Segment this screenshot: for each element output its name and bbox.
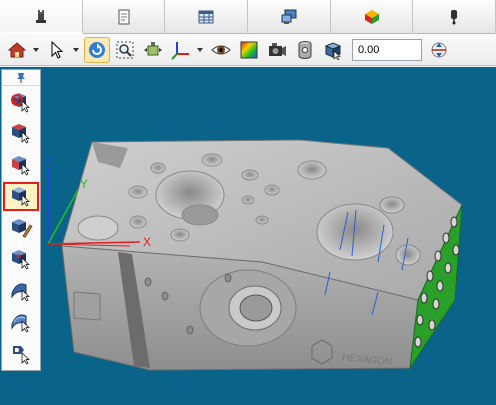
pan-part-icon bbox=[144, 41, 162, 55]
rotate-button[interactable] bbox=[84, 36, 110, 63]
axes-button[interactable] bbox=[168, 37, 194, 63]
axes-dropdown[interactable] bbox=[196, 37, 204, 63]
solid-select-icon bbox=[12, 124, 30, 144]
chess-piece-icon bbox=[35, 10, 46, 23]
camera-icon bbox=[269, 42, 286, 56]
palette-solid-select[interactable] bbox=[2, 118, 40, 150]
model-canvas[interactable]: HEXAGON Z Y X bbox=[0, 67, 496, 405]
datum-select-icon bbox=[13, 345, 30, 365]
tab-model[interactable] bbox=[0, 0, 83, 34]
report-page-icon bbox=[118, 9, 129, 25]
screen-flag-icon bbox=[281, 9, 297, 24]
surface-select-icon bbox=[12, 155, 30, 176]
pointer-dropdown[interactable] bbox=[72, 37, 80, 63]
palette-datum-select[interactable] bbox=[2, 338, 40, 370]
tab-strip bbox=[0, 0, 496, 34]
visibility-button[interactable] bbox=[208, 37, 234, 63]
tab-report[interactable] bbox=[83, 0, 166, 34]
palette-point-select[interactable] bbox=[2, 244, 40, 276]
table-grid-icon bbox=[198, 10, 214, 24]
axes-icon bbox=[171, 41, 189, 60]
view-cube-icon bbox=[324, 41, 342, 60]
color-map-button[interactable] bbox=[236, 37, 262, 63]
left-step bbox=[73, 291, 101, 321]
axis-z-label: Z bbox=[44, 155, 51, 169]
selection-palette bbox=[1, 69, 41, 371]
tab-display[interactable] bbox=[248, 0, 331, 34]
palette-surface-select[interactable] bbox=[2, 149, 40, 181]
pin-icon bbox=[17, 72, 25, 83]
value-stepper[interactable] bbox=[428, 39, 450, 61]
tab-color[interactable] bbox=[331, 0, 414, 34]
wireframe-select-icon bbox=[11, 314, 30, 333]
select-pointer-button[interactable] bbox=[44, 37, 70, 63]
tab-probe[interactable] bbox=[413, 0, 496, 34]
palette-wireframe-select[interactable] bbox=[2, 307, 40, 339]
view-cube-button[interactable] bbox=[320, 37, 346, 63]
color-cube-icon bbox=[364, 10, 379, 24]
value-input[interactable] bbox=[352, 38, 422, 61]
eye-icon bbox=[211, 45, 231, 54]
home-button[interactable] bbox=[4, 37, 30, 63]
point-select-icon bbox=[12, 250, 30, 270]
no-select-icon bbox=[11, 92, 30, 113]
edit-select-icon bbox=[12, 218, 33, 238]
rotate-icon bbox=[89, 41, 105, 58]
home-dropdown[interactable] bbox=[32, 37, 40, 63]
color-map-icon bbox=[240, 41, 258, 58]
home-icon bbox=[7, 41, 27, 57]
probe-icon bbox=[451, 10, 458, 25]
palette-pin[interactable] bbox=[2, 70, 40, 86]
stepper-icon bbox=[431, 42, 447, 57]
axis-y-label: Y bbox=[80, 177, 88, 191]
pan-part-button[interactable] bbox=[140, 37, 166, 63]
cylinder-button[interactable] bbox=[292, 37, 318, 63]
camera-button[interactable] bbox=[264, 37, 290, 63]
palette-edit-select[interactable] bbox=[2, 212, 40, 244]
axis-x-label: X bbox=[143, 235, 151, 249]
main-toolbar bbox=[0, 34, 496, 66]
palette-no-select[interactable] bbox=[2, 86, 40, 118]
front-boss-bore bbox=[239, 294, 273, 322]
zoom-box-icon bbox=[116, 41, 134, 58]
part-select-icon bbox=[12, 187, 30, 207]
pointer-icon bbox=[51, 40, 64, 59]
tab-table[interactable] bbox=[165, 0, 249, 34]
cylinder-icon bbox=[298, 40, 312, 59]
model-viewport[interactable]: HEXAGON Z Y X bbox=[0, 67, 496, 405]
palette-part-select[interactable] bbox=[2, 180, 40, 212]
zoom-box-button[interactable] bbox=[112, 37, 138, 63]
palette-curve-select[interactable] bbox=[2, 275, 40, 307]
curve-select-icon bbox=[11, 283, 30, 302]
